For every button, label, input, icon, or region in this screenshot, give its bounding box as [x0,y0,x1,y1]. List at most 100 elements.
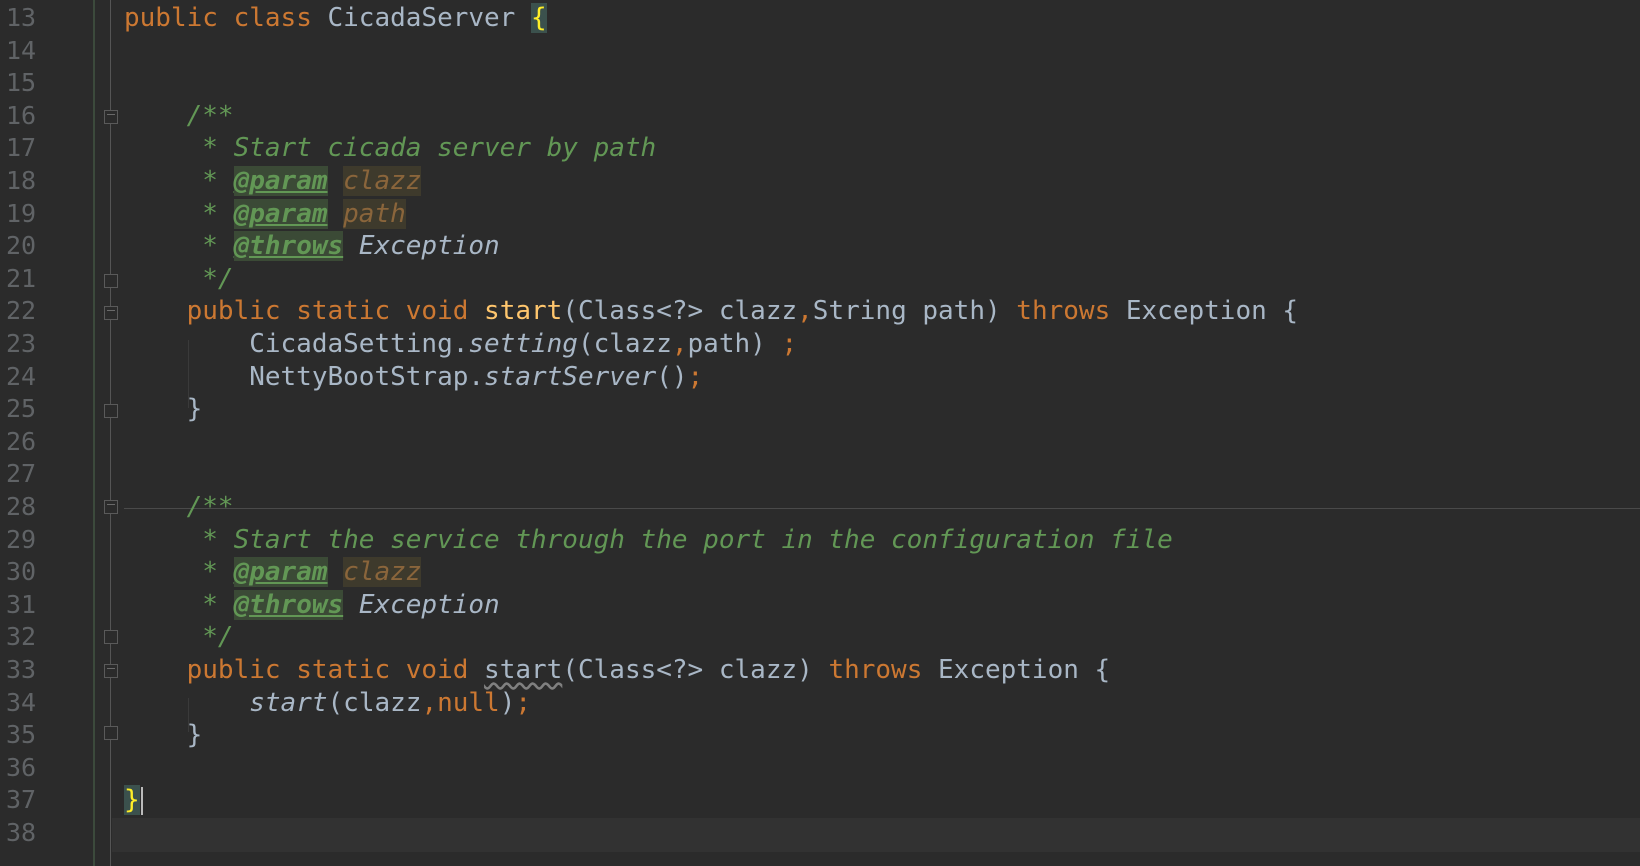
code-token: static [296,655,406,685]
line-code[interactable]: /** [124,490,234,524]
line-number: 16 [6,100,37,130]
code-token: throws [828,655,939,685]
line-number: 37 [6,785,37,815]
code-token: throws [1016,296,1126,327]
code-line[interactable]: 14 [0,34,1640,68]
code-token: */ [124,263,234,294]
line-number: 13 [6,3,37,32]
code-line[interactable]: 19 * @param path [0,197,1640,231]
code-line[interactable]: 22 public static void start(Class<?> cla… [0,294,1640,328]
code-token: () [656,361,688,392]
line-code[interactable]: CicadaSetting.setting(clazz,path) ; [124,327,797,361]
code-line[interactable]: 28 /** [0,490,1640,524]
line-code[interactable]: * Start the service through the port in … [124,523,1173,557]
line-number: 18 [6,166,37,195]
line-number: 28 [6,492,37,521]
code-token: } [124,394,203,425]
line-number: 38 [6,818,37,847]
code-line[interactable]: 20 * @throws Exception [0,229,1640,263]
code-token: * [124,198,234,229]
code-token: * [124,589,234,620]
code-line[interactable]: 33 public static void start(Class<?> cla… [0,653,1640,687]
code-token: (clazz [577,329,672,359]
line-code[interactable]: public static void start(Class<?> clazz)… [124,653,1111,687]
code-line[interactable]: 16 /** [0,99,1640,133]
line-code[interactable]: * @throws Exception [124,588,500,622]
code-line[interactable]: 15 [0,66,1640,100]
code-line[interactable]: 27 [0,457,1640,491]
code-token: class [233,3,328,33]
code-token: @param [233,557,328,588]
line-number: 29 [6,524,37,554]
line-code[interactable]: * @param path [124,197,406,231]
code-line[interactable]: 36 [0,751,1640,785]
code-token: ; [687,361,704,392]
line-number: 32 [6,622,37,652]
code-token: * [124,557,234,588]
code-token: clazz [343,557,422,588]
code-token: static [296,296,406,327]
code-token: start [249,687,328,718]
code-token: CicadaServer [327,3,531,33]
line-code[interactable]: start(clazz,null); [124,686,531,720]
code-token: @throws [233,589,344,620]
line-code[interactable]: NettyBootStrap.startServer(); [124,360,703,394]
code-token: * Start the service through the port in … [124,524,1173,555]
line-code[interactable]: } [124,783,143,817]
code-line[interactable]: 38 [0,816,1640,850]
code-line[interactable]: 30 * @param clazz [0,555,1640,589]
line-number: 35 [6,720,37,750]
line-code[interactable]: } [124,392,203,426]
line-code[interactable]: * @throws Exception [124,229,500,263]
code-line[interactable]: 24 NettyBootStrap.startServer(); [0,360,1640,394]
code-token: void [405,296,485,327]
code-token: ; [515,687,532,718]
code-line[interactable]: 21 */ [0,262,1640,296]
code-line[interactable]: 29 * Start the service through the port … [0,523,1640,557]
line-number: 17 [6,133,37,163]
code-line[interactable]: 35 } [0,718,1640,752]
code-token: ) [499,687,516,718]
code-line[interactable]: 25 } [0,392,1640,426]
line-code[interactable]: */ [124,262,234,296]
code-token: void [405,655,485,685]
code-token: { [531,3,547,33]
code-line[interactable]: 37} [0,783,1640,817]
code-editor[interactable]: 13 public class CicadaServer {14 15 16 /** 1… [0,0,1640,866]
line-code[interactable]: public static void start(Class<?> clazz,… [124,294,1298,328]
code-line[interactable]: 18 * @param clazz [0,164,1640,198]
code-line[interactable]: 23 CicadaSetting.setting(clazz,path) ; [0,327,1640,361]
code-token: @param [233,198,328,229]
code-token: String path) [812,296,1017,327]
code-token: * [124,166,234,196]
line-code[interactable]: * Start cicada server by path [124,131,656,165]
code-line[interactable]: 32 */ [0,620,1640,654]
code-token: (clazz [327,687,422,718]
line-code[interactable]: /** [124,99,234,133]
code-token: startServer [484,361,657,392]
line-code[interactable]: * @param clazz [124,164,422,198]
code-line[interactable]: 31 * @throws Exception [0,588,1640,622]
code-token: CicadaSetting. [124,329,469,359]
code-token: path) [687,329,782,359]
code-token: , [797,296,813,327]
code-line[interactable]: 26 [0,425,1640,459]
line-code[interactable]: public class CicadaServer { [124,1,547,35]
line-code[interactable]: */ [124,620,233,654]
code-token: * Start cicada server by path [124,133,657,164]
code-line[interactable]: 34 start(clazz,null); [0,686,1640,720]
code-line[interactable]: 13 public class CicadaServer { [0,1,1640,35]
code-token: Exception { [1125,296,1299,327]
code-token: /** [124,492,234,522]
code-token: (Class<?> clazz [562,296,798,327]
code-line[interactable]: 17 * Start cicada server by path [0,131,1640,165]
line-code[interactable]: } [124,718,203,752]
line-code[interactable]: * @param clazz [124,555,422,589]
code-token: Exception { [938,655,1111,685]
line-number: 33 [6,655,37,684]
code-token: start [484,296,563,327]
code-token: * [124,231,234,262]
